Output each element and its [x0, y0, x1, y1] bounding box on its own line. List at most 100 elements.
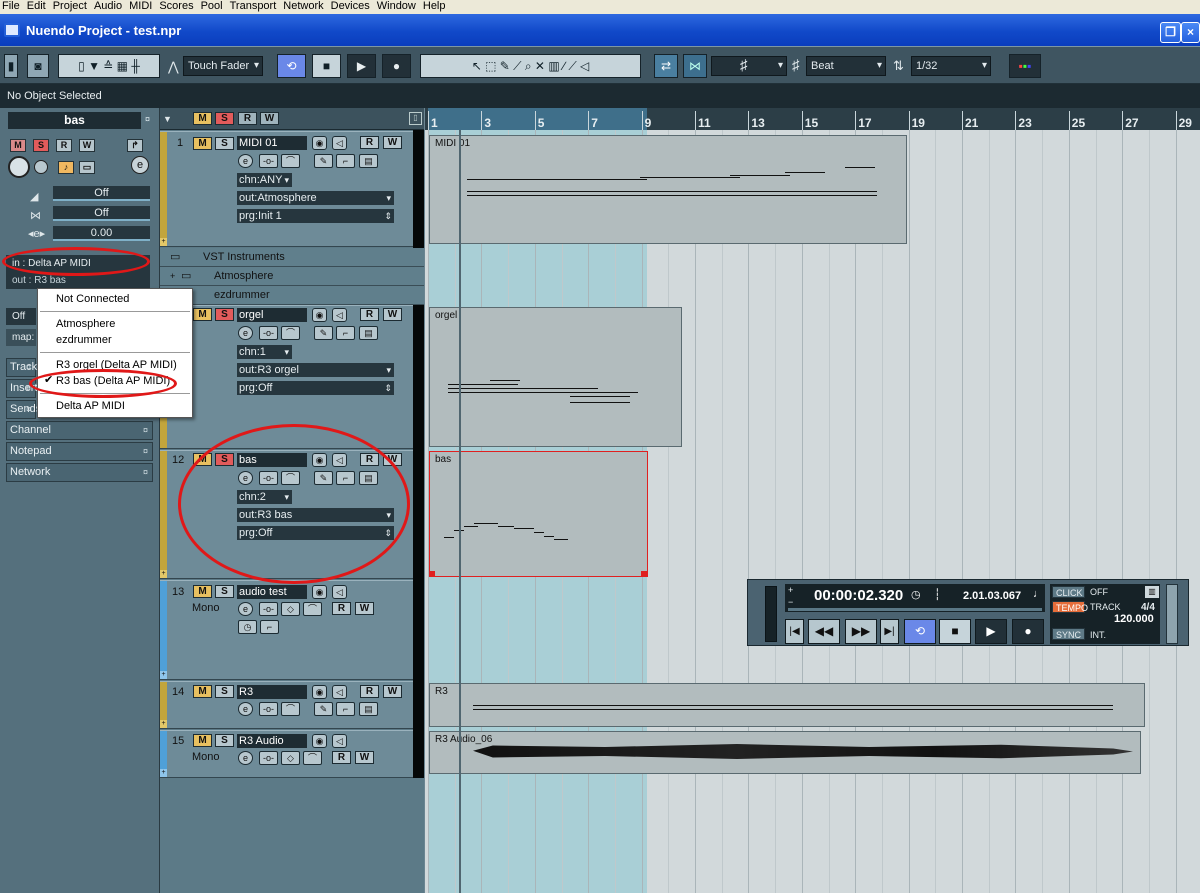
track-name[interactable]: MIDI 01: [237, 136, 307, 150]
metronome-settings-icon[interactable]: ▥: [1145, 586, 1159, 598]
pencil-icon[interactable]: ✎: [314, 702, 333, 716]
record-enable-icon[interactable]: ◉: [312, 308, 327, 322]
record-enable-icon[interactable]: [8, 156, 30, 178]
track-name[interactable]: orgel: [237, 308, 307, 322]
play-button[interactable]: ▶: [347, 54, 376, 78]
menu-midi[interactable]: MIDI: [127, 0, 157, 14]
send-bypass-icon[interactable]: ⌒: [281, 702, 300, 716]
section-channel[interactable]: Channel: [6, 421, 153, 440]
stop-button[interactable]: ■: [312, 54, 341, 78]
go-to-end-button[interactable]: ▶|: [880, 619, 899, 644]
snap-button[interactable]: ⋈: [683, 54, 707, 78]
lane-icon[interactable]: ▤: [359, 326, 378, 340]
snap-mode-select[interactable]: Beat: [806, 56, 886, 76]
click-button[interactable]: CLICK: [1052, 586, 1085, 598]
part-r3[interactable]: R3: [429, 683, 1145, 727]
menu-item-not-connected[interactable]: Not Connected: [56, 291, 129, 307]
insert-bypass-icon[interactable]: -o-: [259, 602, 278, 616]
edit-icon[interactable]: e: [238, 602, 253, 616]
part-midi-01[interactable]: MIDI 01: [429, 135, 907, 244]
menu-window[interactable]: Window: [375, 0, 421, 14]
edit-instrument-icon[interactable]: ↱: [127, 139, 143, 152]
record-enable-icon[interactable]: ◉: [312, 734, 327, 748]
insert-bypass-icon[interactable]: -o-: [259, 154, 278, 168]
pencil-icon[interactable]: ✎: [314, 326, 333, 340]
record-enable-icon[interactable]: ◉: [312, 136, 327, 150]
menu-pool[interactable]: Pool: [199, 0, 228, 14]
track-midi-01[interactable]: 1 M S MIDI 01 ◉ ◁ R W e -o- ⌒ ✎ ⌐ ▤ chn:…: [160, 131, 413, 247]
read-button[interactable]: R: [332, 751, 351, 764]
timebase-icon[interactable]: ◷: [238, 620, 257, 634]
menu-help[interactable]: Help: [421, 0, 451, 14]
lock-icon[interactable]: ▭: [79, 161, 95, 174]
section-notepad[interactable]: Notepad: [6, 442, 153, 461]
map-field[interactable]: map:: [6, 329, 36, 346]
inspector-solo-button[interactable]: S: [33, 139, 49, 152]
send-bypass-icon[interactable]: ⌒: [281, 326, 300, 340]
lock-icon[interactable]: ⌐: [260, 620, 279, 634]
edit-icon[interactable]: e: [238, 154, 253, 168]
play-button[interactable]: ▶: [975, 619, 1007, 644]
transport-scrollbar[interactable]: [1166, 584, 1178, 644]
record-enable-icon[interactable]: ◉: [312, 685, 327, 699]
expand-icon[interactable]: +: [160, 671, 167, 679]
send-bypass-icon[interactable]: ⌒: [303, 602, 322, 616]
track-r3-audio[interactable]: 15 M S R3 Audio ◉ ◁ Mono e -o- ◇ ⌒ R W +: [160, 730, 413, 778]
project-cursor[interactable]: [459, 130, 461, 893]
write-button[interactable]: W: [383, 136, 402, 149]
autoscroll-button[interactable]: ⇄: [654, 54, 678, 78]
eq-bypass-icon[interactable]: ◇: [281, 751, 300, 765]
monitor-icon[interactable]: ◁: [332, 136, 347, 150]
menu-devices[interactable]: Devices: [329, 0, 375, 14]
write-button[interactable]: W: [355, 751, 374, 764]
read-button[interactable]: R: [360, 136, 379, 149]
pencil-icon[interactable]: ✎: [314, 154, 333, 168]
tool-buttons[interactable]: ↖ ⬚ ✎ ⟋ ⌕ ✕ ▥ ∕ ⟋ ◁: [420, 54, 641, 78]
expand-icon[interactable]: +: [160, 238, 167, 246]
automation-mode-select[interactable]: Touch Fader: [183, 56, 263, 76]
inspector-mute-button[interactable]: M: [10, 139, 26, 152]
record-enable-icon[interactable]: ◉: [312, 585, 327, 599]
grid-type-select[interactable]: ♯: [711, 56, 787, 76]
edit-icon[interactable]: e: [238, 751, 253, 765]
nudge-plus-icon[interactable]: +: [788, 585, 793, 595]
write-button[interactable]: W: [383, 308, 402, 321]
folder-ezdrummer[interactable]: ezdrummer: [160, 286, 424, 305]
read-button[interactable]: R: [332, 602, 351, 615]
menu-item-ezdrummer[interactable]: ezdrummer: [56, 332, 112, 348]
arrange-window[interactable]: MIDI 01 orgel bas R3 R3 Audio_06: [425, 108, 1200, 893]
inspector-track-name[interactable]: bas: [8, 112, 141, 129]
write-button[interactable]: W: [383, 685, 402, 698]
menu-network[interactable]: Network: [281, 0, 328, 14]
track-r3[interactable]: 14 M S R3 ◉ ◁ R W e -o- ⌒ ✎ ⌐ ▤ +: [160, 681, 413, 729]
part-orgel[interactable]: orgel: [429, 307, 682, 447]
record-button[interactable]: ●: [382, 54, 411, 78]
ruler[interactable]: 1 3 5 7 9 11 13 15 17 19 21 23 25 27 29: [425, 108, 1200, 130]
resize-handle[interactable]: [429, 571, 435, 577]
go-to-start-button[interactable]: |◀: [785, 619, 804, 644]
write-button[interactable]: W: [355, 602, 374, 615]
cycle-button[interactable]: ⟲: [277, 54, 306, 78]
monitor-icon[interactable]: ◁: [332, 585, 347, 599]
read-button[interactable]: R: [360, 685, 379, 698]
quantize-select[interactable]: 1/32: [911, 56, 991, 76]
nudge-minus-icon[interactable]: −: [788, 597, 793, 607]
locator-icon[interactable]: ┆: [934, 588, 941, 601]
rewind-button[interactable]: ◀◀: [808, 619, 840, 644]
volume-field[interactable]: Off: [53, 186, 150, 201]
collapse-icon[interactable]: ▼: [163, 114, 172, 124]
window-layout-buttons[interactable]: ▯ ▼ ≙ ▦ ╫: [58, 54, 160, 78]
expand-icon[interactable]: ¤: [145, 114, 150, 124]
lock-icon[interactable]: ⌐: [336, 326, 355, 340]
output-select[interactable]: out:R3 orgel: [237, 363, 394, 377]
menu-audio[interactable]: Audio: [92, 0, 127, 14]
clock-icon[interactable]: ◷: [911, 588, 921, 601]
inspector-write-button[interactable]: W: [79, 139, 95, 152]
menu-project[interactable]: Project: [51, 0, 92, 14]
lane-icon[interactable]: ▤: [359, 702, 378, 716]
part-r3-audio[interactable]: R3 Audio_06: [429, 731, 1141, 774]
edit-icon[interactable]: e: [131, 156, 149, 174]
channel-select[interactable]: chn:1: [237, 345, 292, 359]
menu-file[interactable]: File: [0, 0, 25, 14]
part-bas[interactable]: bas: [429, 451, 648, 577]
